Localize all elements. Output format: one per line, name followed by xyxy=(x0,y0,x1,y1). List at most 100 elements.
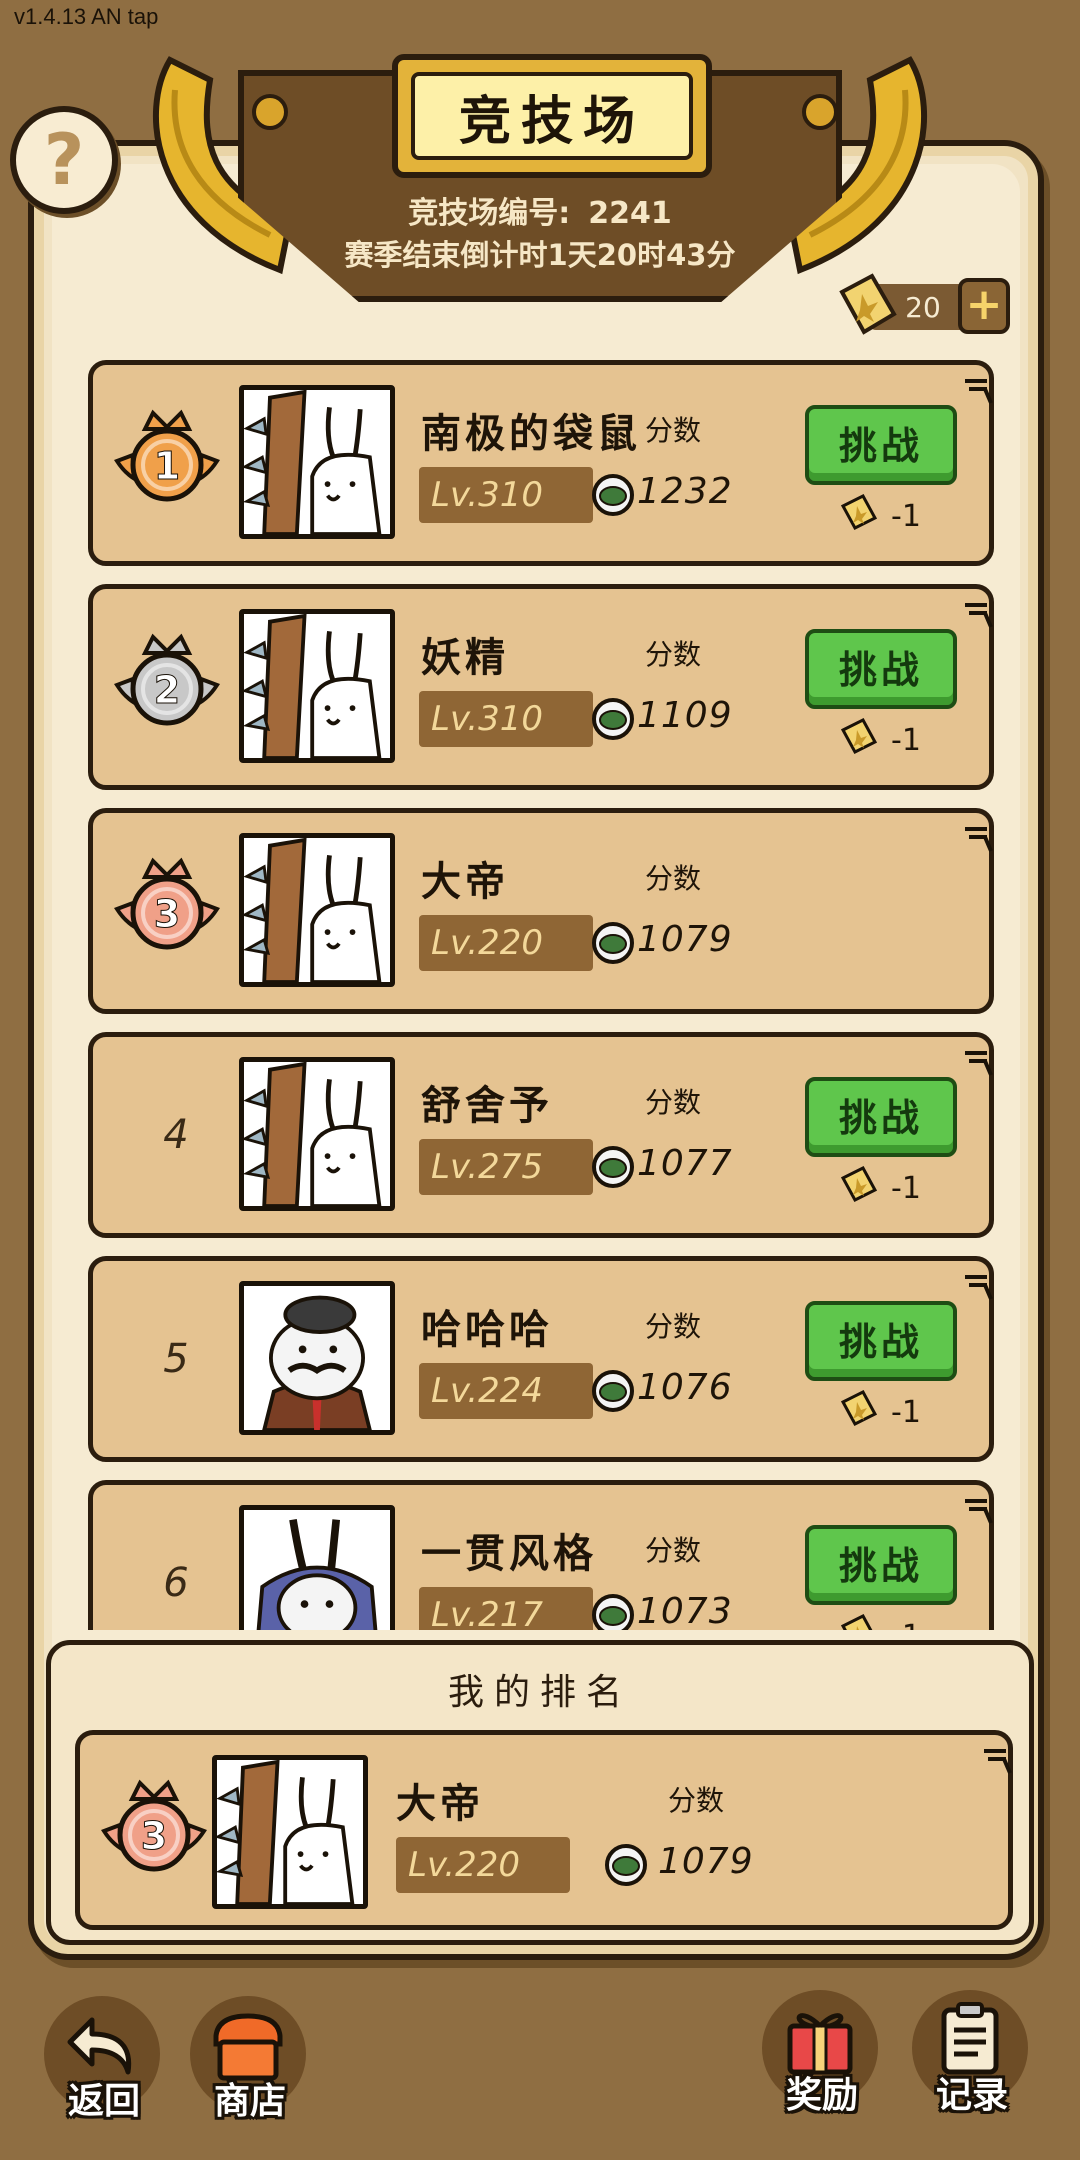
season-countdown: 赛季结束倒计时1天20时43分 xyxy=(344,238,736,272)
score-coin-icon xyxy=(591,473,635,517)
player-avatar[interactable] xyxy=(239,385,395,539)
ticket-icon xyxy=(839,273,897,335)
arena-id-label: 竞技场编号: xyxy=(408,196,571,231)
corner-decoration-icon xyxy=(965,827,993,852)
score-coin-icon xyxy=(591,1369,635,1413)
score-coin-icon xyxy=(591,697,635,741)
my-rank-panel: 我的排名 3 大帝 分数 Lv.220 1079 xyxy=(46,1640,1034,1945)
help-button[interactable]: ? xyxy=(10,106,118,214)
challenge-button[interactable]: 挑战 xyxy=(805,405,957,485)
challenge-cost-value: -1 xyxy=(891,498,921,534)
score-coin-icon xyxy=(604,1843,648,1887)
version-label: v1.4.13 AN tap xyxy=(14,4,159,29)
challenge-cost: -1 xyxy=(839,1389,921,1435)
player-avatar[interactable] xyxy=(239,1505,395,1630)
corner-decoration-icon xyxy=(965,1051,993,1076)
arena-id-line: 竞技场编号: 2241 xyxy=(300,188,780,232)
challenge-cost: -1 xyxy=(839,493,921,539)
ranking-row: 3 大帝 分数 Lv.220 1079 xyxy=(88,808,994,1014)
player-level: Lv.310 xyxy=(419,691,593,747)
player-name: 大帝 xyxy=(396,1781,484,1827)
challenge-button[interactable]: 挑战 xyxy=(805,629,957,709)
player-score: 1109 xyxy=(637,695,733,736)
player-level: Lv.224 xyxy=(419,1363,593,1419)
rank-medal-icon: 3 xyxy=(100,1777,208,1887)
player-avatar[interactable] xyxy=(212,1755,368,1909)
ranking-list: 1 南极的袋鼠 分数 Lv.310 1232 挑战 -1 2 妖精 分数 Lv.310 1109 挑战 -… xyxy=(88,360,1000,1630)
score-label: 分数 xyxy=(668,1784,725,1817)
ticket-icon xyxy=(839,1164,891,1212)
score-label: 分数 xyxy=(645,414,702,447)
player-name: 大帝 xyxy=(421,859,509,905)
records-button[interactable]: 记录 xyxy=(912,1990,1032,2120)
player-name: 南极的袋鼠 xyxy=(421,411,641,457)
my-rank-row: 3 大帝 分数 Lv.220 1079 xyxy=(75,1730,1013,1930)
challenge-cost: -1 xyxy=(839,1165,921,1211)
arena-id-value: 2241 xyxy=(588,196,672,231)
shop-label: 商店 xyxy=(213,2081,286,2122)
corner-decoration-icon xyxy=(965,379,993,404)
player-level: Lv.275 xyxy=(419,1139,593,1195)
rank-number: 6 xyxy=(163,1560,189,1606)
score-label: 分数 xyxy=(645,1310,702,1343)
page-title-text: 竞技场 xyxy=(411,72,693,160)
add-tickets-button[interactable]: + xyxy=(958,278,1010,334)
player-score: 1076 xyxy=(637,1367,733,1408)
challenge-cost-value: -1 xyxy=(891,1619,921,1631)
challenge-cost: -1 xyxy=(839,1613,921,1630)
back-button[interactable]: 返回 xyxy=(44,1996,164,2126)
score-coin-icon xyxy=(591,921,635,965)
score-coin-icon xyxy=(591,1593,635,1630)
player-score: 1079 xyxy=(658,1841,754,1882)
ticket-icon xyxy=(839,1612,891,1630)
svg-text:3: 3 xyxy=(154,892,180,936)
player-name: 舒舍予 xyxy=(421,1083,553,1129)
ranking-row: 2 妖精 分数 Lv.310 1109 挑战 -1 xyxy=(88,584,994,790)
corner-decoration-icon xyxy=(965,1275,993,1300)
ranking-row: 6 一贯风格 分数 Lv.217 1073 挑战 -1 xyxy=(88,1480,994,1630)
challenge-button[interactable]: 挑战 xyxy=(805,1077,957,1157)
corner-decoration-icon xyxy=(984,1749,1012,1774)
score-label: 分数 xyxy=(645,1086,702,1119)
player-level: Lv.220 xyxy=(396,1837,570,1893)
ticket-counter: 20 + xyxy=(832,272,1010,336)
shop-button[interactable]: 商店 xyxy=(190,1996,310,2126)
challenge-button[interactable]: 挑战 xyxy=(805,1525,957,1605)
rank-number: 5 xyxy=(163,1336,189,1382)
rank-number: 4 xyxy=(163,1112,189,1158)
corner-decoration-icon xyxy=(965,1499,993,1524)
rivet-icon xyxy=(252,94,288,130)
records-label: 记录 xyxy=(935,2075,1008,2116)
player-avatar[interactable] xyxy=(239,833,395,987)
svg-text:3: 3 xyxy=(141,1814,167,1858)
rewards-button[interactable]: 奖励 xyxy=(762,1990,882,2120)
score-coin-icon xyxy=(591,1145,635,1189)
ranking-row: 1 南极的袋鼠 分数 Lv.310 1232 挑战 -1 xyxy=(88,360,994,566)
player-score: 1079 xyxy=(637,919,733,960)
ranking-row: 4 舒舍予 分数 Lv.275 1077 挑战 -1 xyxy=(88,1032,994,1238)
rank-medal-icon: 1 xyxy=(113,407,221,517)
page-title: 竞技场 xyxy=(392,54,712,178)
challenge-cost: -1 xyxy=(839,717,921,763)
rewards-label: 奖励 xyxy=(785,2075,858,2116)
back-label: 返回 xyxy=(67,2081,140,2122)
challenge-cost-value: -1 xyxy=(891,722,921,758)
player-name: 妖精 xyxy=(421,635,509,681)
player-level: Lv.220 xyxy=(419,915,593,971)
score-label: 分数 xyxy=(645,862,702,895)
player-level: Lv.217 xyxy=(419,1587,593,1630)
challenge-button[interactable]: 挑战 xyxy=(805,1301,957,1381)
my-rank-title: 我的排名 xyxy=(447,1672,632,1713)
player-avatar[interactable] xyxy=(239,1281,395,1435)
player-level: Lv.310 xyxy=(419,467,593,523)
svg-text:1: 1 xyxy=(154,444,180,488)
player-avatar[interactable] xyxy=(239,1057,395,1211)
score-label: 分数 xyxy=(645,638,702,671)
player-avatar[interactable] xyxy=(239,609,395,763)
svg-text:2: 2 xyxy=(154,668,180,712)
rank-medal-icon: 3 xyxy=(113,855,221,965)
ranking-row: 5 哈哈哈 分数 Lv.224 1076 挑战 -1 xyxy=(88,1256,994,1462)
player-name: 一贯风格 xyxy=(421,1531,597,1577)
ticket-icon xyxy=(839,1388,891,1436)
player-score: 1073 xyxy=(637,1591,733,1630)
